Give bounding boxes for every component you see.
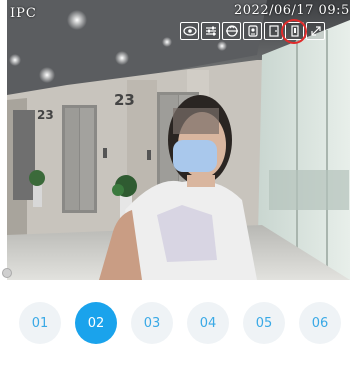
settings-sliders-icon — [205, 26, 216, 36]
unlock-icon — [290, 25, 299, 37]
floor-number-center: 23 — [114, 91, 135, 109]
channel-button-06[interactable]: 06 — [299, 302, 341, 344]
channel-label: 04 — [199, 315, 217, 331]
intercom-button[interactable] — [243, 22, 262, 40]
fullscreen-icon — [310, 26, 321, 36]
channel-button-05[interactable]: 05 — [243, 302, 285, 344]
unlock-button[interactable] — [281, 19, 307, 44]
camera-live-view[interactable]: 23 23 IPC 2022/06/17 09:5 — [7, 0, 350, 280]
fullscreen-button[interactable] — [306, 22, 325, 40]
channel-label: 01 — [31, 315, 49, 331]
channel-button-04[interactable]: 04 — [187, 302, 229, 344]
flip-icon — [225, 25, 238, 37]
door-icon — [268, 25, 279, 37]
flip-button[interactable] — [222, 22, 241, 40]
channel-label: 02 — [87, 315, 105, 331]
channel-selector: 01 02 03 04 05 06 — [0, 285, 350, 384]
channel-label: 05 — [255, 315, 273, 331]
view-button[interactable] — [180, 22, 199, 40]
channel-label: 03 — [143, 315, 161, 331]
door-button[interactable] — [264, 22, 283, 40]
settings-button[interactable] — [201, 22, 220, 40]
camera-toolbar — [180, 19, 325, 44]
channel-button-02[interactable]: 02 — [75, 302, 117, 344]
channel-label: 06 — [311, 315, 329, 331]
floor-number-left: 23 — [37, 108, 54, 122]
channel-button-01[interactable]: 01 — [19, 302, 61, 344]
channel-button-03[interactable]: 03 — [131, 302, 173, 344]
camera-scene — [7, 0, 350, 280]
camera-label: IPC — [10, 6, 37, 21]
intercom-icon — [247, 25, 258, 37]
camera-timestamp: 2022/06/17 09:5 — [234, 3, 350, 18]
view-icon — [182, 26, 197, 36]
drag-handle-dot[interactable] — [2, 268, 12, 278]
